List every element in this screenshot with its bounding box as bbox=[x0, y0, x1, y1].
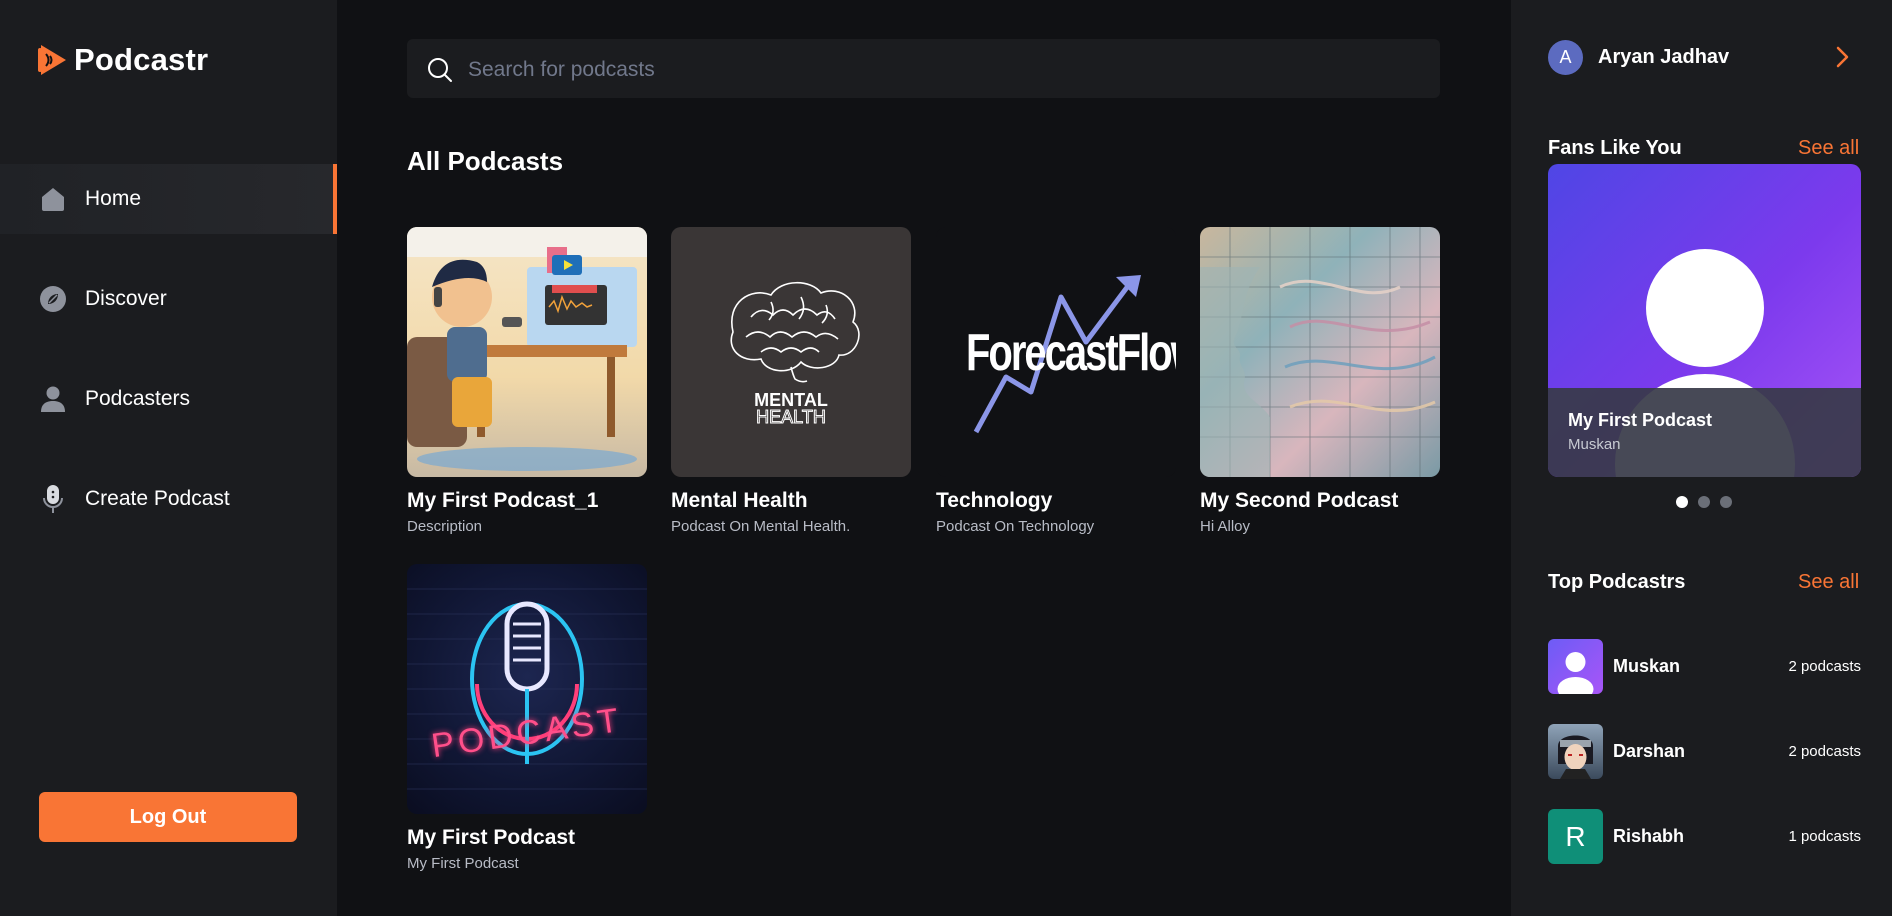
nav-label: Discover bbox=[85, 287, 167, 310]
brain-icon bbox=[730, 282, 860, 383]
app-logo[interactable]: Podcastr bbox=[38, 42, 208, 78]
podcast-card[interactable]: MENTAL HEALTH Mental Health Podcast On M… bbox=[671, 227, 911, 535]
slide-author: Muskan bbox=[1568, 436, 1621, 453]
podcast-title[interactable]: Mental Health bbox=[671, 489, 911, 513]
podcastr-name[interactable]: Darshan bbox=[1613, 741, 1788, 762]
podcast-description: Description bbox=[407, 518, 483, 535]
top-podcastrs-see-all-link[interactable]: See all bbox=[1798, 571, 1859, 594]
abstract-face-art bbox=[1200, 227, 1440, 477]
nav-label: Home bbox=[85, 187, 142, 210]
anime-character-avatar[interactable] bbox=[1548, 724, 1603, 779]
character-portrait-icon bbox=[1558, 735, 1593, 779]
slide-overlay bbox=[1548, 388, 1861, 477]
logo-play-icon bbox=[38, 45, 66, 75]
podcastr-count: 1 podcasts bbox=[1788, 828, 1861, 845]
fans-section-title: Fans Like You bbox=[1548, 137, 1682, 159]
podcast-title[interactable]: My First Podcast bbox=[407, 826, 647, 850]
podcast-thumbnail[interactable] bbox=[407, 227, 647, 477]
podcastr-count: 2 podcasts bbox=[1788, 658, 1861, 675]
user-icon bbox=[1557, 652, 1594, 694]
main-nav: Home Discover Podcasters Create Podcast bbox=[0, 164, 337, 564]
thumbnail-text: ForecastFlow bbox=[966, 324, 1176, 382]
nav-item-create-podcast[interactable]: Create Podcast bbox=[0, 464, 337, 534]
app-name: Podcastr bbox=[74, 42, 209, 77]
neon-microphone-icon bbox=[407, 588, 647, 790]
podcast-title[interactable]: My Second Podcast bbox=[1200, 489, 1440, 513]
right-sidebar: A Aryan Jadhav Fans Like You See all My … bbox=[1511, 0, 1892, 916]
nav-item-discover[interactable]: Discover bbox=[0, 264, 337, 334]
podcast-title[interactable]: My First Podcast_1 bbox=[407, 489, 647, 513]
nav-item-podcasters[interactable]: Podcasters bbox=[0, 364, 337, 434]
podcast-description: My First Podcast bbox=[407, 855, 519, 872]
podcast-thumbnail[interactable]: ForecastFlow bbox=[936, 227, 1176, 477]
search-icon bbox=[428, 58, 452, 82]
chevron-right-icon[interactable] bbox=[1834, 45, 1850, 69]
podcastr-name[interactable]: Rishabh bbox=[1613, 826, 1788, 847]
podcast-card[interactable]: My Second Podcast Hi Alloy bbox=[1200, 227, 1440, 535]
default-user-avatar[interactable] bbox=[1548, 639, 1603, 694]
carousel-dots bbox=[1676, 496, 1732, 508]
carousel-dot[interactable] bbox=[1676, 496, 1688, 508]
podcast-card[interactable]: PODCAST My First Podcast My First Podcas… bbox=[407, 564, 647, 872]
fans-see-all-link[interactable]: See all bbox=[1798, 137, 1859, 160]
left-sidebar: Podcastr Home Discover Podcasters Create… bbox=[0, 0, 337, 916]
avatar-initial: R bbox=[1565, 820, 1586, 852]
fans-carousel-slide[interactable]: My First Podcast Muskan bbox=[1548, 164, 1861, 477]
nav-item-home[interactable]: Home bbox=[0, 164, 337, 234]
logout-button[interactable]: Log Out bbox=[39, 792, 297, 842]
profile-link[interactable]: A Aryan Jadhav bbox=[1548, 40, 1729, 75]
thumbnail-text: HEALTH bbox=[756, 407, 827, 428]
search-input[interactable] bbox=[466, 53, 1410, 87]
slide-title: My First Podcast bbox=[1568, 410, 1713, 430]
nav-label: Podcasters bbox=[85, 387, 191, 410]
podcast-title[interactable]: Technology bbox=[936, 489, 1176, 513]
podcast-description: Podcast On Mental Health. bbox=[671, 518, 851, 535]
carousel-dot[interactable] bbox=[1720, 496, 1732, 508]
search-bar[interactable] bbox=[407, 39, 1440, 98]
carousel-dot[interactable] bbox=[1698, 496, 1710, 508]
podcastr-count: 2 podcasts bbox=[1788, 743, 1861, 760]
avatar[interactable]: A bbox=[1548, 40, 1583, 75]
podcast-card[interactable]: ForecastFlow Technology Podcast On Techn… bbox=[936, 227, 1176, 535]
profile-name[interactable]: Aryan Jadhav bbox=[1598, 46, 1729, 69]
nav-label: Create Podcast bbox=[85, 487, 230, 510]
podcast-thumbnail[interactable]: PODCAST bbox=[407, 564, 647, 814]
podcastr-row[interactable]: Darshan 2 podcasts bbox=[1548, 724, 1861, 779]
podcastr-row[interactable]: Muskan 2 podcasts bbox=[1548, 639, 1861, 694]
podcast-thumbnail[interactable] bbox=[1200, 227, 1440, 477]
podcast-description: Podcast On Technology bbox=[936, 518, 1095, 535]
initial-avatar[interactable]: R bbox=[1548, 809, 1603, 864]
podcast-card[interactable]: My First Podcast_1 Description bbox=[407, 227, 647, 535]
top-podcastrs-title: Top Podcastrs bbox=[1548, 571, 1686, 593]
section-title: All Podcasts bbox=[407, 146, 564, 176]
boy-podcast-illustration bbox=[407, 227, 647, 471]
podcast-description: Hi Alloy bbox=[1200, 518, 1251, 535]
user-icon bbox=[39, 385, 67, 413]
compass-icon bbox=[39, 285, 67, 313]
podcastr-name[interactable]: Muskan bbox=[1613, 656, 1788, 677]
microphone-icon bbox=[39, 485, 67, 513]
podcastr-row[interactable]: R Rishabh 1 podcasts bbox=[1548, 809, 1861, 864]
home-icon bbox=[39, 185, 67, 213]
podcast-thumbnail[interactable]: MENTAL HEALTH bbox=[671, 227, 911, 477]
